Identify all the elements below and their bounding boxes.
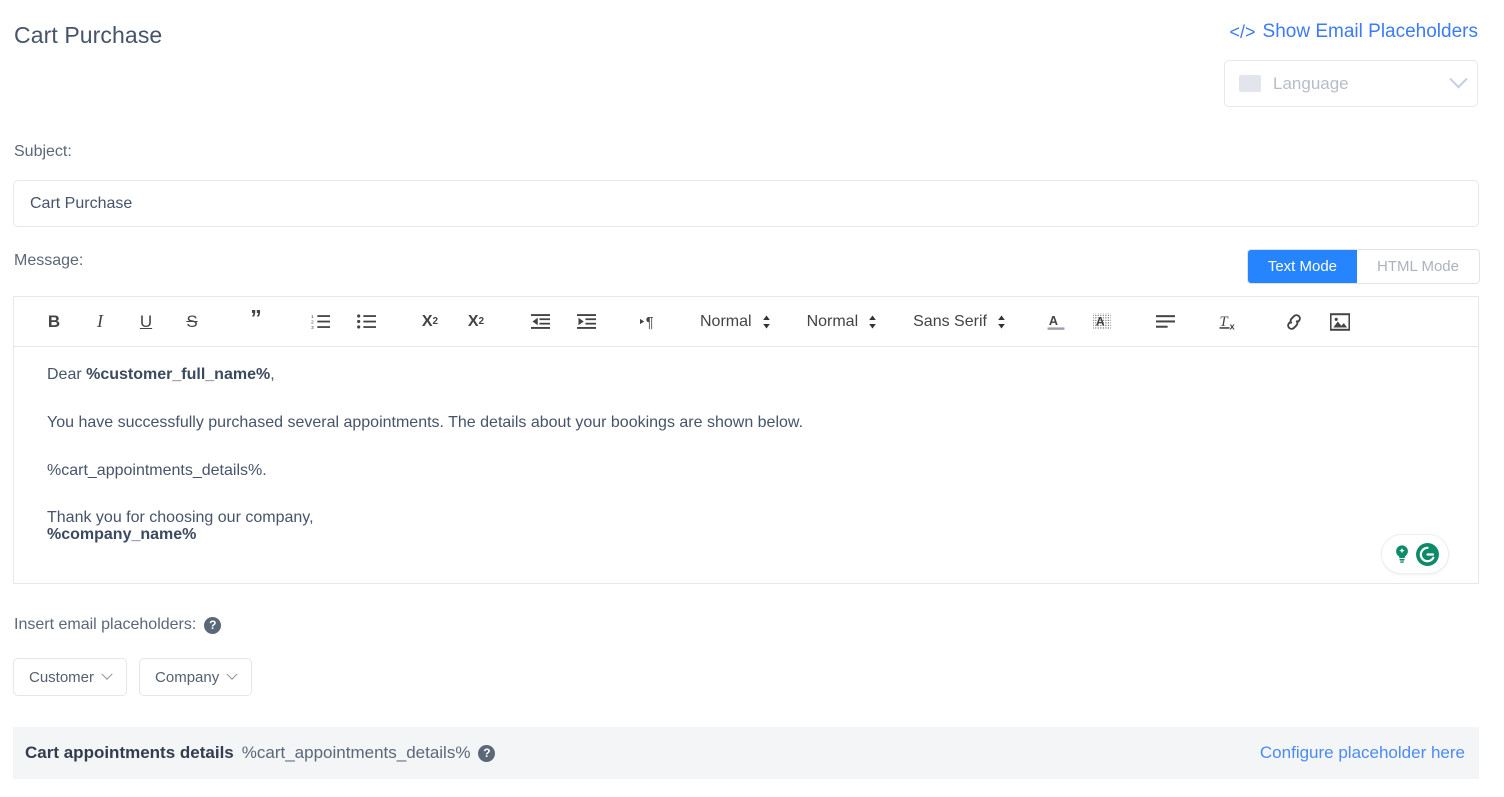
cart-details-placeholder-bar: Cart appointments details %cart_appointm…: [13, 727, 1479, 779]
picker-arrows-icon: [868, 315, 877, 329]
message-label: Message:: [14, 252, 84, 269]
language-select[interactable]: Language: [1224, 60, 1478, 107]
header-picker[interactable]: Normal: [807, 297, 878, 347]
help-icon[interactable]: ?: [478, 744, 496, 762]
font-picker[interactable]: Sans Serif: [913, 297, 1006, 347]
subject-input[interactable]: Cart Purchase: [13, 180, 1479, 227]
svg-text:x: x: [1230, 321, 1236, 331]
editor-line-intro: You have successfully purchased several …: [47, 413, 804, 431]
cart-details-info: Cart appointments details %cart_appointm…: [25, 743, 496, 763]
blockquote-icon[interactable]: ”: [242, 297, 270, 347]
size-picker-value: Normal: [700, 312, 752, 330]
flag-placeholder-swatch: [1239, 75, 1261, 92]
grammarly-logo-icon: [1415, 542, 1439, 566]
svg-text:¶: ¶: [645, 315, 653, 330]
subject-input-value: Cart Purchase: [30, 194, 133, 212]
link-icon[interactable]: [1280, 297, 1308, 347]
svg-text:A: A: [1096, 315, 1105, 329]
page-header: Cart Purchase </> Show Email Placeholder…: [0, 0, 1504, 120]
company-placeholder-dropdown[interactable]: Company: [139, 658, 253, 696]
ordered-list-icon[interactable]: 1 2 3: [306, 297, 334, 347]
customer-name-placeholder: %customer_full_name%: [86, 366, 271, 383]
page-title: Cart Purchase: [14, 22, 163, 48]
strikethrough-icon[interactable]: S: [178, 297, 206, 347]
email-template-editor-page: Cart Purchase </> Show Email Placeholder…: [0, 0, 1504, 797]
chevron-down-icon: [226, 668, 238, 680]
editor-line-company: %company_name%: [47, 526, 1454, 544]
configure-placeholder-link[interactable]: Configure placeholder here: [1260, 743, 1465, 763]
align-icon[interactable]: [1152, 297, 1180, 347]
help-icon[interactable]: ?: [204, 616, 222, 634]
background-color-icon[interactable]: A: [1088, 297, 1116, 347]
subject-label: Subject:: [14, 143, 72, 160]
show-email-placeholders-link[interactable]: </> Show Email Placeholders: [1230, 21, 1478, 43]
message-editor-body[interactable]: Dear %customer_full_name%, You have succ…: [13, 346, 1479, 584]
language-select-placeholder: Language: [1273, 73, 1349, 93]
company-placeholder-label: Company: [155, 668, 220, 686]
text-color-icon[interactable]: A: [1042, 297, 1070, 347]
superscript-icon[interactable]: X2: [462, 297, 490, 347]
subscript-index: 2: [432, 316, 439, 327]
chevron-down-icon: [1449, 70, 1468, 89]
grammarly-badge[interactable]: [1381, 534, 1449, 574]
superscript-base: X: [467, 312, 479, 330]
editor-mode-toggle: Text Mode HTML Mode: [1246, 249, 1480, 284]
bullet-list-icon[interactable]: [352, 297, 380, 347]
superscript-index: 2: [478, 316, 485, 327]
text-direction-icon[interactable]: ¶: [636, 297, 664, 347]
lightbulb-icon: [1395, 545, 1408, 563]
tab-html-mode[interactable]: HTML Mode: [1357, 250, 1479, 283]
editor-line-greeting: Dear %customer_full_name%,: [47, 366, 1454, 384]
code-icon: </>: [1229, 21, 1256, 42]
outdent-icon[interactable]: [526, 297, 554, 347]
editor-line-thanks: Thank you for choosing our company,: [47, 509, 314, 527]
italic-icon[interactable]: I: [86, 297, 114, 347]
size-picker[interactable]: Normal: [700, 297, 771, 347]
cart-details-placeholder-token: %cart_appointments_details%: [241, 743, 471, 762]
greeting-suffix: ,: [270, 366, 275, 383]
editor-toolbar: B I U S ” 1 2 3 X2 X 2 ¶ Normal Normal S…: [13, 296, 1479, 346]
customer-placeholder-label: Customer: [29, 668, 95, 686]
svg-text:2: 2: [311, 319, 314, 325]
subscript-base: X: [421, 312, 433, 330]
show-email-placeholders-label: Show Email Placeholders: [1262, 21, 1478, 42]
company-name-placeholder: %company_name%: [47, 526, 197, 544]
cart-details-title: Cart appointments details: [25, 743, 234, 762]
bold-icon[interactable]: B: [40, 297, 68, 347]
picker-arrows-icon: [997, 315, 1006, 329]
customer-placeholder-dropdown[interactable]: Customer: [13, 658, 128, 696]
image-icon[interactable]: [1326, 297, 1354, 347]
font-picker-value: Sans Serif: [913, 312, 987, 330]
greeting-prefix: Dear: [47, 366, 87, 383]
svg-text:3: 3: [311, 325, 314, 330]
picker-arrows-icon: [762, 315, 771, 329]
indent-icon[interactable]: [572, 297, 600, 347]
insert-placeholders-label: Insert email placeholders:: [14, 616, 197, 633]
chevron-down-icon: [101, 668, 113, 680]
svg-text:1: 1: [311, 314, 314, 320]
clear-formatting-icon[interactable]: T x: [1216, 297, 1244, 347]
placeholder-buttons: Customer Company: [13, 658, 253, 696]
tab-text-mode[interactable]: Text Mode: [1247, 250, 1358, 283]
insert-placeholders-row: Insert email placeholders: ?: [14, 616, 222, 634]
svg-text:A: A: [1049, 314, 1058, 328]
underline-icon[interactable]: U: [132, 297, 160, 347]
editor-line-details-placeholder: %cart_appointments_details%.: [47, 461, 267, 479]
subscript-icon[interactable]: X2: [416, 297, 444, 347]
header-picker-value: Normal: [806, 312, 859, 330]
